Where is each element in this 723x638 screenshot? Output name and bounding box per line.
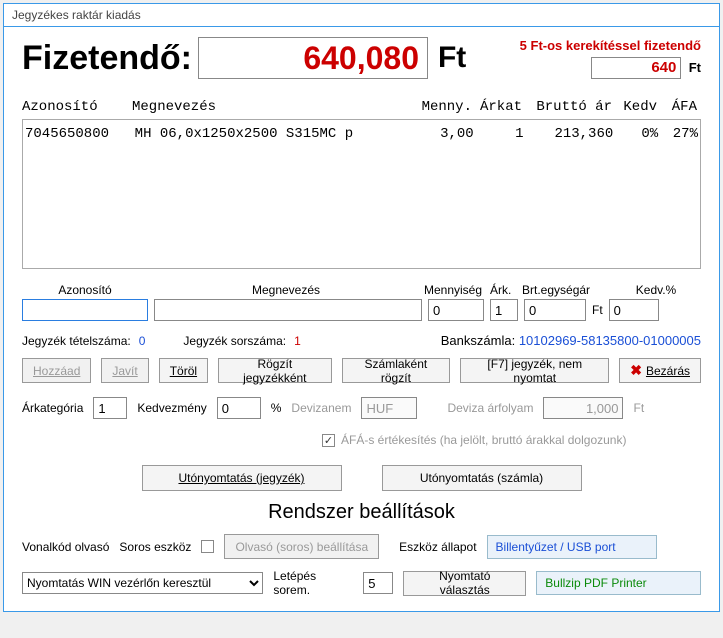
nyomtatas-select[interactable]: Nyomtatás WIN vezérlőn keresztül xyxy=(22,572,263,594)
kedvezmeny-label: Kedvezmény xyxy=(137,401,206,415)
fizetendo-input[interactable] xyxy=(198,37,428,79)
utonyomtatas-jegyzek-button[interactable]: Utónyomtatás (jegyzék) xyxy=(142,465,342,491)
arfolyam-label: Deviza árfolyam xyxy=(447,401,533,415)
ft-unit: Ft xyxy=(592,303,603,317)
devizanem-label: Devizanem xyxy=(291,401,351,415)
rounded-ft-label: Ft xyxy=(689,60,701,75)
rounding-label: 5 Ft-os kerekítéssel fizetendő xyxy=(520,38,701,53)
arkategoria-input[interactable] xyxy=(93,397,127,419)
sorszam-value: 1 xyxy=(294,334,301,348)
devizanem-input xyxy=(361,397,417,419)
olvaso-beallitas-button: Olvasó (soros) beállítása xyxy=(224,534,379,559)
ft-label: Ft xyxy=(438,41,466,75)
letepes-label: Letépés sorem. xyxy=(273,569,353,597)
brt-input[interactable] xyxy=(524,299,586,321)
window-title: Jegyzékes raktár kiadás xyxy=(4,4,719,27)
torol-button[interactable]: Töröl xyxy=(159,358,208,383)
fizetendo-label: Fizetendő: xyxy=(22,39,192,78)
afa-checkbox: ✓ xyxy=(322,434,335,447)
vonalkod-label: Vonalkód olvasó xyxy=(22,540,109,554)
bank-value: 10102969-58135800-01000005 xyxy=(519,333,701,348)
close-icon: ✖ xyxy=(630,362,642,379)
szamlakent-button[interactable]: Számlaként rögzít xyxy=(342,358,451,383)
arfolyam-input xyxy=(543,397,623,419)
mennyiseg-input[interactable] xyxy=(428,299,484,321)
items-table[interactable]: 7045650800 MH 06,0x1250x2500 S315MC p 3,… xyxy=(22,119,701,269)
megnevezes-input[interactable] xyxy=(154,299,422,321)
soros-checkbox[interactable] xyxy=(201,540,214,553)
field-label-azonosito: Azonosító xyxy=(22,283,148,297)
bezaras-button[interactable]: ✖ Bezárás xyxy=(619,358,701,383)
field-label-ark: Árk. xyxy=(490,283,518,297)
f7-button[interactable]: [F7] jegyzék, nem nyomtat xyxy=(460,358,609,383)
table-header: Azonosító Megnevezés Menny. Árkat Bruttó… xyxy=(22,97,701,117)
table-row[interactable]: 7045650800 MH 06,0x1250x2500 S315MC p 3,… xyxy=(25,124,698,144)
rogzit-jegyzek-button[interactable]: Rögzít jegyzékként xyxy=(218,358,332,383)
rounded-input[interactable] xyxy=(591,57,681,79)
field-label-kedv: Kedv.% xyxy=(626,283,686,297)
bank-label: Bankszámla: xyxy=(441,333,515,348)
arkategoria-label: Árkategória xyxy=(22,401,83,415)
kedvezmeny-input[interactable] xyxy=(217,397,261,419)
sorszam-label: Jegyzék sorszáma: xyxy=(183,334,286,348)
field-label-megnevezes: Megnevezés xyxy=(152,283,420,297)
allapot-label: Eszköz állapot xyxy=(399,540,476,554)
printer-value: Bullzip PDF Printer xyxy=(536,571,701,595)
tetel-label: Jegyzék tételszáma: xyxy=(22,334,131,348)
hozzaad-button: Hozzáad xyxy=(22,358,91,383)
system-settings-title: Rendszer beállítások xyxy=(22,501,701,524)
percent-label: % xyxy=(271,401,282,415)
tetel-value: 0 xyxy=(139,334,146,348)
field-label-brt: Brt.egységár xyxy=(522,283,622,297)
kedv-input[interactable] xyxy=(609,299,659,321)
soros-label: Soros eszköz xyxy=(119,540,191,554)
azonosito-input[interactable] xyxy=(22,299,148,321)
arfolyam-ft: Ft xyxy=(633,401,644,415)
eszkoz-allapot-value: Billentyűzet / USB port xyxy=(487,535,657,559)
javit-button: Javít xyxy=(101,358,148,383)
field-label-mennyiseg: Mennyiség xyxy=(424,283,486,297)
afa-check-label: ÁFÁ-s értékesítés (ha jelölt, bruttó ára… xyxy=(341,433,626,447)
letepes-input[interactable] xyxy=(363,572,393,594)
nyomtato-valasztas-button[interactable]: Nyomtató választás xyxy=(403,571,526,596)
arkat-input[interactable] xyxy=(490,299,518,321)
utonyomtatas-szamla-button[interactable]: Utónyomtatás (számla) xyxy=(382,465,582,491)
